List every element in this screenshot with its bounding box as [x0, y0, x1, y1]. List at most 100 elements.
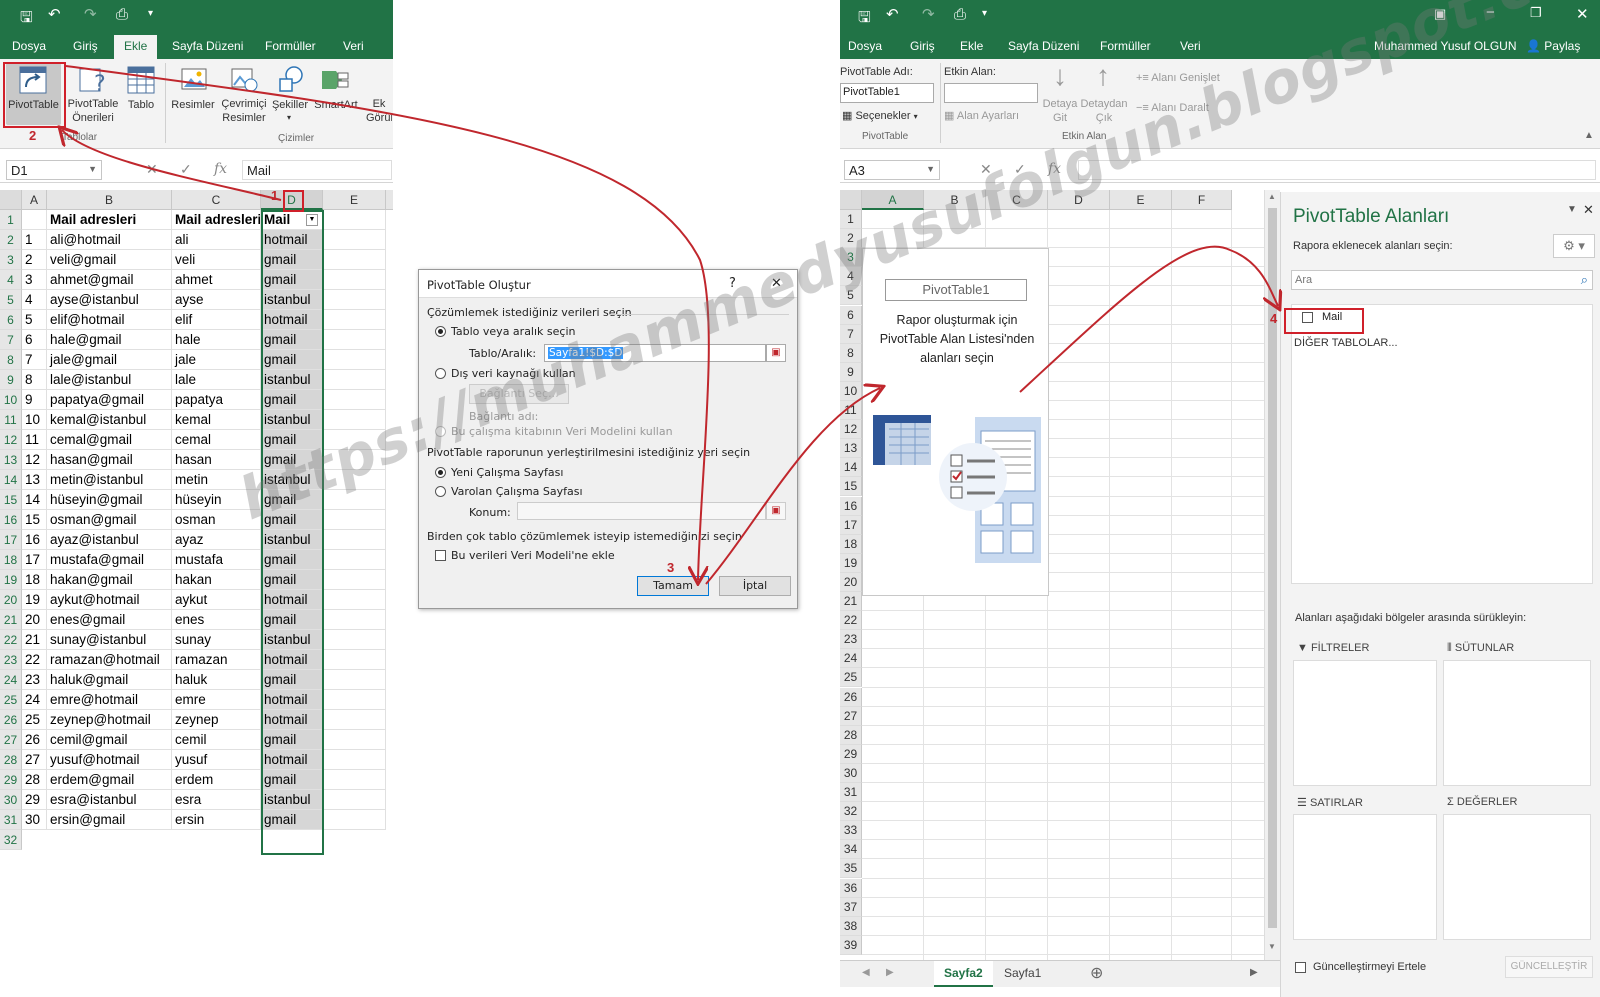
user-name[interactable]: Muhammed Yusuf OLGUN — [1374, 39, 1517, 53]
right-sheet-grid[interactable]: ABCDEF 1 2 3 4 5 6 7 8 9 10 11 12 13 14 15 16 17 18 19 20 21… — [840, 190, 1280, 960]
row-header[interactable]: 28 — [840, 725, 862, 745]
cell-c[interactable]: kemal — [172, 410, 261, 430]
cell-d[interactable]: gmail — [261, 430, 323, 450]
cell-e[interactable] — [323, 270, 386, 290]
scroll-up-icon[interactable]: ▲ — [1268, 192, 1276, 201]
shapes-label[interactable]: Şekiller — [268, 98, 312, 112]
insert-function-icon[interactable]: fx — [214, 161, 227, 177]
cell-e[interactable] — [323, 450, 386, 470]
cell-e[interactable] — [323, 770, 386, 790]
cell-b[interactable]: mustafa@gmail — [47, 550, 172, 570]
cell-d[interactable]: hotmail — [261, 710, 323, 730]
tab-sayfa-duzeni[interactable]: Sayfa Düzeni — [1008, 39, 1079, 53]
cell-a[interactable]: 15 — [22, 510, 47, 530]
column-header-f[interactable] — [386, 190, 393, 210]
row-header[interactable]: 31 — [840, 783, 862, 803]
cell-d[interactable]: gmail — [261, 670, 323, 690]
cell-c[interactable]: zeynep — [172, 710, 261, 730]
cell-a[interactable]: 29 — [22, 790, 47, 810]
chevron-down-icon[interactable]: ▼ — [926, 164, 935, 174]
share-button[interactable]: 👤 Paylaş — [1526, 39, 1580, 53]
smartart-label[interactable]: SmartArt — [312, 98, 360, 112]
row-header[interactable]: 29 — [840, 744, 862, 764]
row-header[interactable]: 4 — [840, 267, 862, 287]
cell-e[interactable] — [323, 590, 386, 610]
filters-area[interactable] — [1293, 660, 1437, 786]
enter-icon[interactable]: ✓ — [180, 161, 192, 178]
cell-b[interactable]: cemal@gmail — [47, 430, 172, 450]
chevron-down-icon[interactable]: ▼ — [88, 164, 97, 174]
cell-d[interactable]: gmail — [261, 350, 323, 370]
cell-a[interactable]: 17 — [22, 550, 47, 570]
row-header[interactable]: 37 — [840, 897, 862, 917]
help-icon[interactable]: ? — [729, 276, 736, 291]
prev-sheet-icon[interactable]: ◀ — [862, 967, 870, 978]
tab-giris[interactable]: Giriş — [910, 39, 935, 53]
undo-icon[interactable]: ↶ — [48, 5, 61, 23]
cell-c[interactable]: ersin — [172, 810, 261, 830]
cell-b[interactable]: hasan@gmail — [47, 450, 172, 470]
row-header[interactable]: 20 — [0, 590, 22, 610]
cell-d[interactable]: gmail — [261, 490, 323, 510]
cell-a[interactable]: 10 — [22, 410, 47, 430]
row-header[interactable]: 38 — [840, 916, 862, 936]
cell-b[interactable]: sunay@istanbul — [47, 630, 172, 650]
cell-e[interactable] — [323, 710, 386, 730]
cell-c[interactable]: hasan — [172, 450, 261, 470]
horizontal-scroll-right-icon[interactable]: ▶ — [1250, 967, 1258, 978]
drill-down-label[interactable]: Detaya Git — [1040, 97, 1080, 125]
minimize-icon[interactable]: − — [1486, 4, 1495, 21]
update-button[interactable]: GÜNCELLEŞTİR — [1505, 956, 1593, 978]
cancel-icon[interactable]: ✕ — [980, 161, 992, 178]
location-input[interactable] — [517, 502, 766, 520]
cell-a[interactable]: 16 — [22, 530, 47, 550]
tab-formuller[interactable]: Formüller — [265, 39, 316, 53]
cell-a[interactable]: 18 — [22, 570, 47, 590]
cell-b[interactable]: hale@gmail — [47, 330, 172, 350]
sheet-tab-sayfa1[interactable]: Sayfa1 — [1004, 966, 1041, 980]
cell-d[interactable]: gmail — [261, 390, 323, 410]
column-header-a[interactable]: A — [862, 190, 924, 210]
cell-d[interactable]: gmail — [261, 330, 323, 350]
expand-field-button[interactable]: +≡ Alanı Genişlet — [1136, 71, 1220, 85]
cell-e[interactable] — [323, 330, 386, 350]
cell-a[interactable]: 1 — [22, 230, 47, 250]
online-pictures-label[interactable]: Çevrimiçi Resimler — [218, 97, 270, 125]
cell-b[interactable]: ayse@istanbul — [47, 290, 172, 310]
pane-close-icon[interactable]: ✕ — [1583, 202, 1594, 218]
cell-b[interactable]: zeynep@hotmail — [47, 710, 172, 730]
cell-b[interactable]: aykut@hotmail — [47, 590, 172, 610]
cell-b[interactable]: kemal@istanbul — [47, 410, 172, 430]
cell-c[interactable]: lale — [172, 370, 261, 390]
pictures-label[interactable]: Resimler — [170, 98, 216, 112]
tools-gear-icon[interactable]: ⚙ ▾ — [1553, 234, 1595, 258]
enter-icon[interactable]: ✓ — [1014, 161, 1026, 178]
cell-b[interactable]: erdem@gmail — [47, 770, 172, 790]
drill-down-icon[interactable]: ↓ — [1043, 61, 1077, 91]
cell-a[interactable]: 9 — [22, 390, 47, 410]
collapse-field-button[interactable]: −≡ Alanı Daralt — [1136, 101, 1209, 115]
cell-d[interactable]: istanbul — [261, 470, 323, 490]
row-header[interactable]: 11 — [840, 401, 862, 421]
cell-b[interactable]: haluk@gmail — [47, 670, 172, 690]
restore-icon[interactable]: ❐ — [1530, 5, 1542, 21]
row-header[interactable]: 35 — [840, 859, 862, 879]
row-header[interactable]: 5 — [840, 286, 862, 306]
cell-c[interactable]: hale — [172, 330, 261, 350]
cell-d[interactable]: istanbul — [261, 630, 323, 650]
row-header[interactable]: 8 — [840, 343, 862, 363]
header-cell-c[interactable]: Mail adresleri — [172, 210, 261, 230]
row-header[interactable]: 6 — [840, 305, 862, 325]
tab-ekle[interactable]: Ekle — [960, 39, 983, 53]
cell-c[interactable]: ayse — [172, 290, 261, 310]
cell-e[interactable] — [323, 690, 386, 710]
radio-new-sheet[interactable] — [435, 467, 446, 478]
row-header[interactable]: 14 — [840, 458, 862, 478]
cell-a[interactable]: 19 — [22, 590, 47, 610]
row-header[interactable]: 22 — [0, 630, 22, 650]
shapes-dropdown-icon[interactable]: ▾ — [282, 111, 296, 125]
range-input[interactable]: Sayfa1!$D:$D — [544, 344, 766, 362]
insert-function-icon[interactable]: fx — [1048, 161, 1061, 177]
columns-area[interactable] — [1443, 660, 1591, 786]
cell-a[interactable]: 12 — [22, 450, 47, 470]
